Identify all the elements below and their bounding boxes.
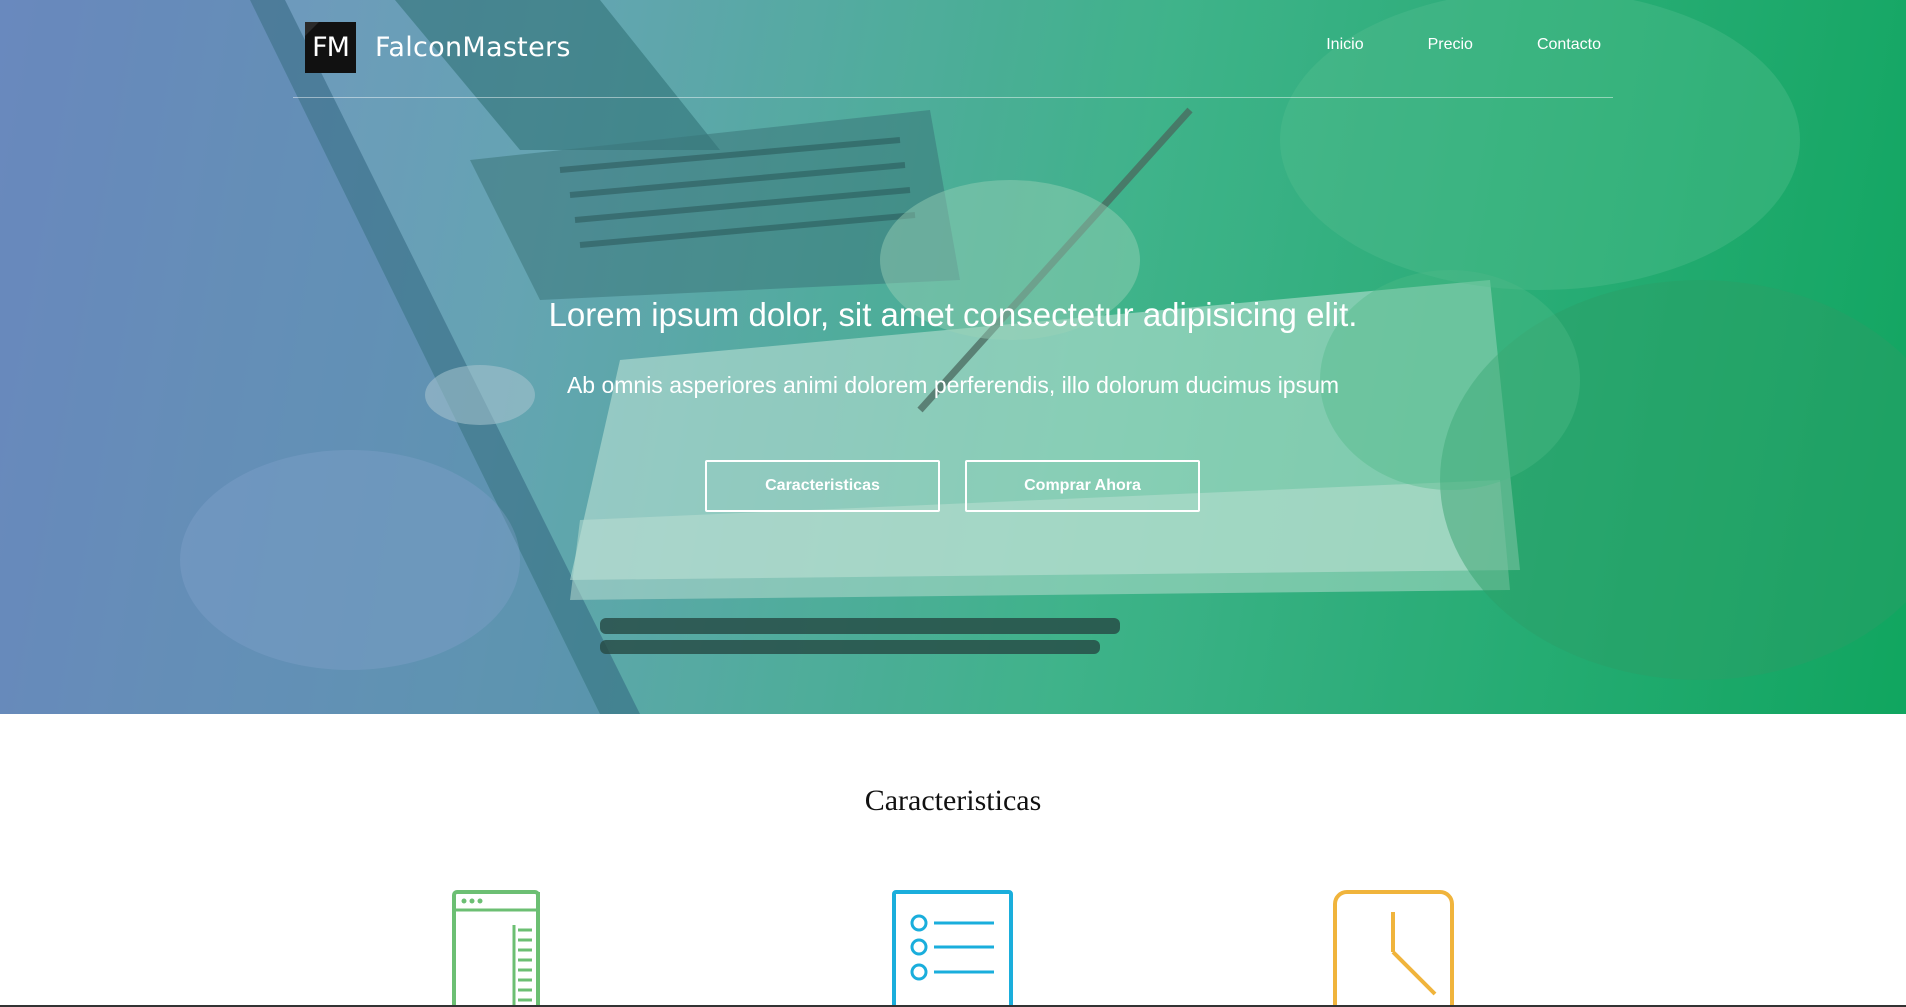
hero-actions: Caracteristicas Comprar Ahora: [705, 460, 1225, 512]
nav-link-inicio[interactable]: Inicio: [1326, 36, 1363, 54]
brand-name: FalconMasters: [375, 32, 571, 63]
checklist-icon: [892, 890, 1013, 1007]
caracteristicas-button[interactable]: Caracteristicas: [705, 460, 940, 512]
nav-link-precio[interactable]: Precio: [1428, 36, 1473, 54]
hero-section: FM FalconMasters Inicio Precio Contacto …: [0, 0, 1906, 714]
logo-mark-icon: FM: [305, 22, 356, 73]
hero-background-image: [0, 0, 1906, 714]
comprar-ahora-button[interactable]: Comprar Ahora: [965, 460, 1200, 512]
features-section: Caracteristicas: [0, 714, 1906, 1007]
main-nav: Inicio Precio Contacto: [1262, 36, 1601, 54]
features-title: Caracteristicas: [864, 784, 1042, 817]
clock-icon: [1333, 890, 1454, 1007]
top-header: FM FalconMasters Inicio Precio Contacto: [293, 0, 1613, 98]
hero-title: Lorem ipsum dolor, sit amet consectetur …: [548, 296, 1358, 333]
hero-subtitle: Ab omnis asperiores animi dolorem perfer…: [566, 372, 1340, 398]
browser-layout-icon: [452, 890, 540, 1007]
brand-logo[interactable]: FM FalconMasters: [305, 22, 571, 73]
nav-link-contacto[interactable]: Contacto: [1537, 36, 1601, 54]
